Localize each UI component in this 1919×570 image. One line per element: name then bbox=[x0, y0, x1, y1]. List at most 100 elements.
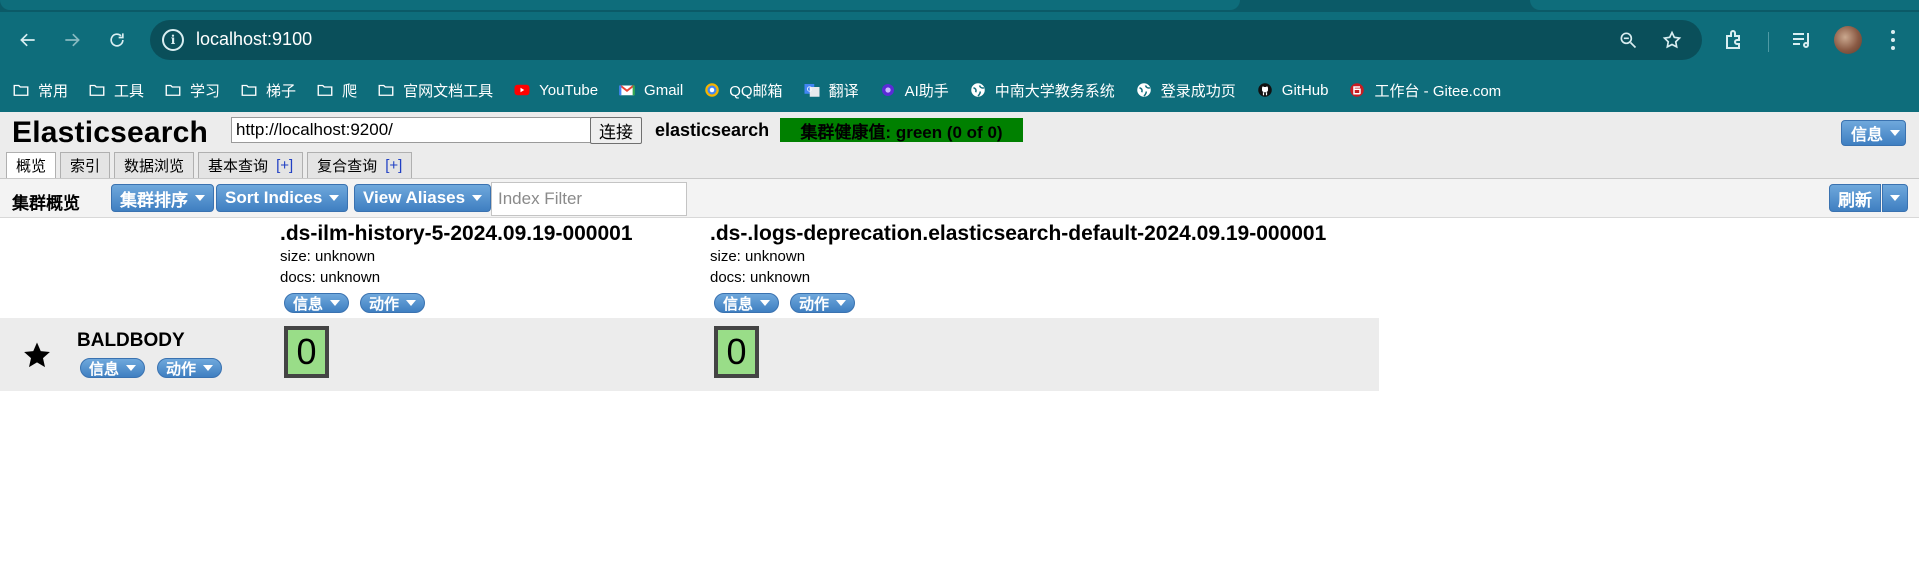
profile-avatar[interactable] bbox=[1834, 26, 1862, 54]
bookmark-label: 翻译 bbox=[828, 82, 859, 100]
bookmark-qqmail[interactable]: QQ邮箱 bbox=[703, 80, 783, 101]
node-info-button[interactable]: 信息 bbox=[80, 358, 146, 378]
index-size: size: unknown bbox=[710, 248, 806, 265]
forward-arrow-icon[interactable] bbox=[58, 26, 86, 54]
bookmark-label: 梯子 bbox=[266, 82, 297, 100]
tab-label: 概览 bbox=[16, 158, 47, 175]
bookmark-label: 工具 bbox=[114, 82, 145, 100]
github-icon bbox=[1256, 81, 1274, 99]
index-action-button[interactable]: 动作 bbox=[360, 293, 426, 313]
bookmark-label: 中南大学教务系统 bbox=[994, 82, 1115, 100]
browser-menu-icon[interactable] bbox=[1886, 28, 1900, 52]
tab-compound-query[interactable]: 复合查询 [+] bbox=[307, 152, 413, 178]
chevron-down-icon bbox=[126, 365, 137, 371]
shard-box[interactable]: 0 bbox=[284, 326, 329, 378]
media-queue-icon[interactable] bbox=[1790, 28, 1814, 52]
bookmark-gitee[interactable]: 工作台 - Gitee.com bbox=[1348, 80, 1501, 101]
chevron-down-icon bbox=[406, 300, 417, 306]
index-column: .ds-ilm-history-5-2024.09.19-000001 size… bbox=[280, 222, 633, 288]
bookmark-label: 学习 bbox=[190, 82, 221, 100]
bookmark-folder-changyong[interactable]: 常用 bbox=[12, 80, 68, 101]
node-info-label: 信息 bbox=[89, 360, 120, 378]
index-info-label: 信息 bbox=[723, 295, 754, 313]
cluster-health-badge: 集群健康值: green (0 of 0) bbox=[780, 118, 1023, 142]
master-node-star-icon bbox=[22, 340, 52, 370]
reload-icon[interactable] bbox=[103, 26, 131, 54]
bookmark-csu-academic[interactable]: 中南大学教务系统 bbox=[969, 80, 1115, 101]
tab-strip-right bbox=[1530, 0, 1919, 10]
chevron-down-icon bbox=[760, 300, 771, 306]
tab-add-link[interactable]: [+] bbox=[385, 157, 402, 174]
bookmark-label: YouTube bbox=[539, 81, 599, 99]
tab-add-link[interactable]: [+] bbox=[276, 157, 293, 174]
chevron-down-icon bbox=[195, 195, 205, 201]
address-url[interactable]: localhost:9100 bbox=[196, 29, 312, 50]
app-header: Elasticsearch 连接 elasticsearch 集群健康值: gr… bbox=[0, 112, 1919, 178]
refresh-button[interactable]: 刷新 bbox=[1829, 184, 1881, 212]
chevron-down-icon bbox=[1890, 195, 1900, 201]
node-row: BALDBODY 信息 动作 0 0 bbox=[0, 318, 1379, 391]
bookmark-translate[interactable]: G 翻译 bbox=[803, 80, 859, 101]
globe-icon bbox=[1135, 81, 1153, 99]
chevron-down-icon bbox=[330, 300, 341, 306]
view-aliases-button[interactable]: View Aliases bbox=[354, 184, 492, 212]
index-action-label: 动作 bbox=[799, 295, 830, 313]
index-info-button[interactable]: 信息 bbox=[714, 293, 780, 313]
refresh-options-button[interactable] bbox=[1882, 184, 1908, 212]
info-menu-button[interactable]: 信息 bbox=[1841, 120, 1906, 146]
app-title: Elasticsearch bbox=[12, 116, 209, 149]
zoom-icon[interactable] bbox=[1618, 30, 1638, 50]
bookmark-gmail[interactable]: Gmail bbox=[618, 81, 683, 99]
bookmark-github[interactable]: GitHub bbox=[1256, 81, 1328, 99]
tab-data-browse[interactable]: 数据浏览 bbox=[114, 152, 195, 178]
shard-box[interactable]: 0 bbox=[714, 326, 759, 378]
folder-icon bbox=[240, 81, 258, 99]
bookmark-login-success[interactable]: 登录成功页 bbox=[1135, 80, 1236, 101]
bookmark-label: 工作台 - Gitee.com bbox=[1374, 82, 1502, 100]
overview-title: 集群概览 bbox=[12, 194, 80, 213]
bookmark-ai-assistant[interactable]: AI助手 bbox=[879, 80, 949, 101]
bookmark-folder-xuexi[interactable]: 学习 bbox=[164, 80, 220, 101]
svg-text:G: G bbox=[806, 86, 811, 94]
bookmark-youtube[interactable]: YouTube bbox=[513, 81, 598, 99]
folder-icon bbox=[316, 81, 334, 99]
tab-basic-query[interactable]: 基本查询 [+] bbox=[198, 152, 304, 178]
gitee-icon bbox=[1348, 81, 1366, 99]
view-aliases-label: View Aliases bbox=[363, 188, 466, 207]
gmail-icon bbox=[618, 81, 636, 99]
index-action-button[interactable]: 动作 bbox=[790, 293, 856, 313]
site-info-icon[interactable]: i bbox=[162, 29, 184, 51]
index-info-label: 信息 bbox=[293, 295, 324, 313]
index-info-button[interactable]: 信息 bbox=[284, 293, 350, 313]
bookmark-folder-tizi[interactable]: 梯子 bbox=[240, 80, 296, 101]
node-name: BALDBODY bbox=[77, 330, 185, 351]
info-menu-label: 信息 bbox=[1851, 127, 1884, 144]
bookmark-star-icon[interactable] bbox=[1662, 30, 1682, 50]
extensions-icon[interactable] bbox=[1722, 28, 1746, 52]
connect-button[interactable]: 连接 bbox=[590, 117, 642, 144]
node-action-button[interactable]: 动作 bbox=[157, 358, 223, 378]
tab-overview[interactable]: 概览 bbox=[6, 152, 57, 178]
folder-icon bbox=[12, 81, 30, 99]
index-filter-input[interactable] bbox=[491, 182, 687, 216]
sort-indices-label: Sort Indices bbox=[225, 188, 323, 207]
sort-indices-button[interactable]: Sort Indices bbox=[216, 184, 349, 212]
sort-cluster-button[interactable]: 集群排序 bbox=[111, 184, 214, 212]
bookmark-folder-docs[interactable]: 官网文档工具 bbox=[377, 80, 493, 101]
bookmark-label: 常用 bbox=[38, 82, 69, 100]
globe-icon bbox=[969, 81, 987, 99]
node-action-label: 动作 bbox=[166, 360, 197, 378]
app-tabs: 概览 索引 数据浏览 基本查询 [+] 复合查询 [+] bbox=[6, 152, 413, 178]
sort-cluster-label: 集群排序 bbox=[120, 190, 188, 210]
index-docs: docs: unknown bbox=[710, 269, 811, 286]
bookmark-folder-pa[interactable]: 爬 bbox=[316, 80, 357, 101]
address-bar[interactable]: i localhost:9100 bbox=[150, 20, 1702, 60]
cluster-url-input[interactable] bbox=[231, 117, 591, 143]
back-arrow-icon[interactable] bbox=[14, 26, 42, 54]
active-tab[interactable] bbox=[0, 0, 1240, 10]
chevron-down-icon bbox=[203, 365, 214, 371]
index-size: size: unknown bbox=[280, 248, 376, 265]
tab-indices[interactable]: 索引 bbox=[60, 152, 111, 178]
bookmark-folder-gongju[interactable]: 工具 bbox=[88, 80, 144, 101]
bookmark-label: 登录成功页 bbox=[1160, 82, 1236, 100]
